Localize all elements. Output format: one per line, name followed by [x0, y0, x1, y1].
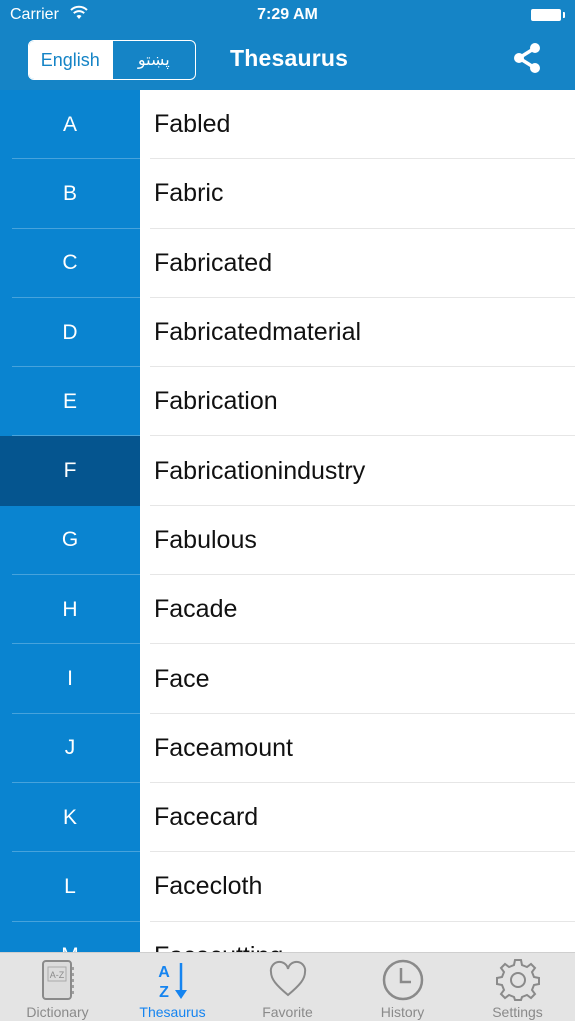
sort-az-icon: A Z — [158, 963, 187, 1001]
tab-bar: A-Z Dictionary A Z Thesaurus Favorite Hi… — [0, 952, 575, 1021]
index-letter-b[interactable]: B — [0, 159, 140, 229]
list-item[interactable]: Fabricatedmaterial — [140, 298, 575, 368]
list-item[interactable]: Fabricated — [140, 229, 575, 299]
index-letter-e[interactable]: E — [0, 367, 140, 437]
list-item[interactable]: Fabricationindustry — [140, 436, 575, 507]
tab-favorite[interactable]: Favorite — [230, 953, 345, 1021]
tab-label: Settings — [492, 1004, 543, 1020]
index-letter-j[interactable]: J — [0, 714, 140, 784]
list-item[interactable]: Facecloth — [140, 852, 575, 922]
tab-label: History — [380, 1004, 425, 1020]
list-item[interactable]: Fabled — [140, 90, 575, 160]
gear-icon — [495, 959, 540, 1001]
navigation-bar: Carrier 7:29 AM English پښتو Thesaurus — [0, 0, 575, 90]
tab-thesaurus[interactable]: A Z Thesaurus — [115, 953, 230, 1021]
index-letter-i[interactable]: I — [0, 644, 140, 714]
word-list: Fabled Fabric Fabricated Fabricatedmaterial… — [140, 90, 575, 952]
index-letter-f[interactable]: F — [0, 436, 140, 506]
index-letter-h[interactable]: H — [0, 575, 140, 645]
segment-english[interactable]: English — [29, 41, 112, 79]
page-title: Thesaurus — [230, 45, 349, 71]
list-item[interactable]: Fabulous — [140, 506, 575, 576]
tab-settings[interactable]: Settings — [460, 953, 575, 1021]
status-bar: Carrier 7:29 AM — [0, 0, 575, 30]
list-item[interactable]: Fabric — [140, 159, 575, 229]
alphabet-index: ABCDEFGHIJKLM — [0, 90, 140, 952]
status-time: 7:29 AM — [257, 6, 318, 23]
battery-icon — [531, 9, 565, 21]
segment-pashto[interactable]: پښتو — [111, 41, 196, 79]
tab-history[interactable]: History — [345, 953, 460, 1021]
tab-label: Favorite — [262, 1004, 313, 1020]
svg-text:A: A — [158, 964, 170, 981]
book-az-icon: A-Z — [41, 960, 74, 1000]
tab-dictionary[interactable]: A-Z Dictionary — [0, 953, 115, 1021]
tab-label: Thesaurus — [139, 1004, 206, 1020]
clock-icon — [382, 959, 423, 1001]
index-letter-m[interactable]: M — [0, 922, 140, 952]
index-letter-k[interactable]: K — [0, 783, 140, 853]
svg-text:A-Z: A-Z — [49, 970, 64, 980]
language-segmented-control: English پښتو — [28, 40, 196, 80]
list-item[interactable]: Facecutting — [140, 922, 575, 952]
heart-icon — [269, 960, 306, 997]
list-item[interactable]: Faceamount — [140, 714, 575, 784]
share-icon[interactable] — [512, 42, 542, 74]
tab-label: Dictionary — [26, 1004, 89, 1020]
index-letter-g[interactable]: G — [0, 506, 140, 576]
list-item[interactable]: Facecard — [140, 783, 575, 853]
index-letter-d[interactable]: D — [0, 298, 140, 368]
index-letter-c[interactable]: C — [0, 229, 140, 299]
list-item[interactable]: Face — [140, 644, 575, 714]
index-letter-a[interactable]: A — [0, 90, 140, 160]
list-item[interactable]: Fabrication — [140, 367, 575, 437]
svg-text:Z: Z — [159, 984, 169, 1001]
list-item[interactable]: Facade — [140, 575, 575, 645]
index-letter-l[interactable]: L — [0, 852, 140, 922]
